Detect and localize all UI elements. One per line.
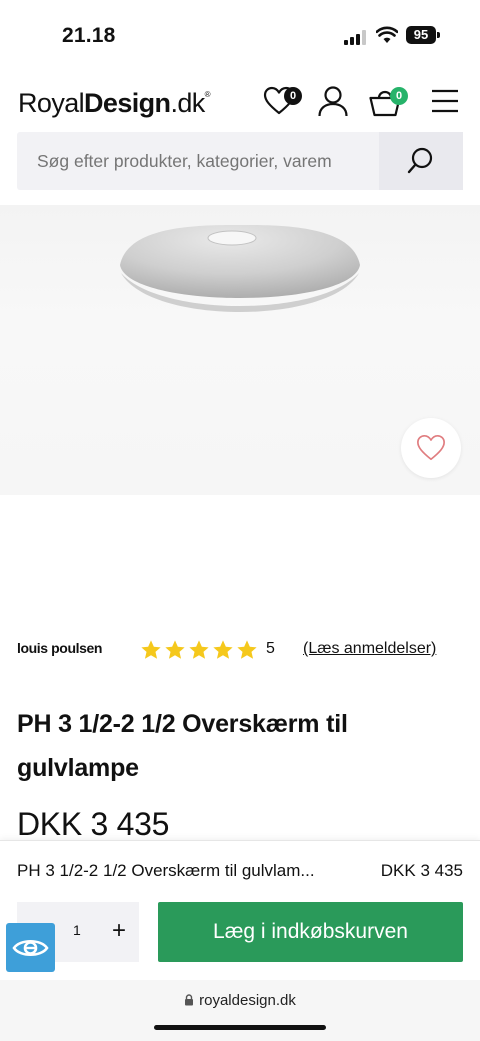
product-title: PH 3 1/2-2 1/2 Overskærm til gulvlampe <box>17 710 348 782</box>
search-button[interactable] <box>379 132 463 190</box>
battery-tip <box>437 32 440 38</box>
star-icon <box>189 640 209 659</box>
site-header: RoyalDesign.dk® 0 0 <box>0 70 480 132</box>
logo[interactable]: RoyalDesign.dk® <box>18 88 211 119</box>
star-icon <box>237 640 257 659</box>
browser-url-bar[interactable]: royaldesign.dk <box>0 980 480 1041</box>
wifi-icon <box>376 26 398 43</box>
search-input[interactable] <box>17 132 379 190</box>
logo-mark: ® <box>204 90 211 99</box>
rating-value: 5 <box>266 640 275 657</box>
star-icon <box>165 640 185 659</box>
heart-icon <box>417 434 445 461</box>
account-button[interactable] <box>316 84 350 118</box>
url-text: royaldesign.dk <box>199 992 296 1009</box>
cart-button[interactable]: 0 <box>368 84 408 118</box>
rating-stars <box>140 639 258 661</box>
cart-count-badge: 0 <box>390 87 408 105</box>
search-icon <box>407 147 433 174</box>
sticky-product-name: PH 3 1/2-2 1/2 Overskærm til gulvlam... <box>17 861 315 880</box>
user-icon <box>318 86 348 117</box>
logo-regular: Royal <box>18 88 85 118</box>
add-to-wishlist-button[interactable] <box>401 418 461 478</box>
search-bar <box>17 132 463 190</box>
product-price: DKK 3 435 <box>17 806 170 842</box>
star-icon <box>141 640 161 659</box>
signal-icon <box>344 29 368 45</box>
brand-name[interactable]: louis poulsen <box>17 640 102 656</box>
menu-icon[interactable] <box>430 87 460 115</box>
logo-suffix: .dk <box>170 88 205 118</box>
wishlist-count-badge: 0 <box>284 87 302 105</box>
sticky-cart-bar: PH 3 1/2-2 1/2 Overskærm til gulvlam... … <box>0 840 480 980</box>
quantity-value[interactable]: 1 <box>73 922 81 938</box>
read-reviews-link[interactable]: (Læs anmeldelser) <box>303 640 436 658</box>
add-to-cart-button[interactable]: Læg i indkøbskurven <box>158 902 463 962</box>
star-icon <box>213 640 233 659</box>
accessibility-button[interactable] <box>6 923 55 972</box>
home-indicator[interactable] <box>154 1025 326 1030</box>
url-display[interactable]: royaldesign.dk <box>0 992 480 1009</box>
eye-icon <box>12 939 49 957</box>
quantity-increase-button[interactable]: + <box>107 914 131 948</box>
lock-icon <box>185 994 194 1006</box>
status-time: 21.18 <box>62 24 116 47</box>
wishlist-button[interactable]: 0 <box>262 84 302 118</box>
battery-indicator: 95 <box>406 26 436 44</box>
sticky-product-price: DKK 3 435 <box>380 861 463 880</box>
status-bar: 21.18 95 <box>0 0 480 70</box>
logo-bold: Design <box>84 88 171 118</box>
